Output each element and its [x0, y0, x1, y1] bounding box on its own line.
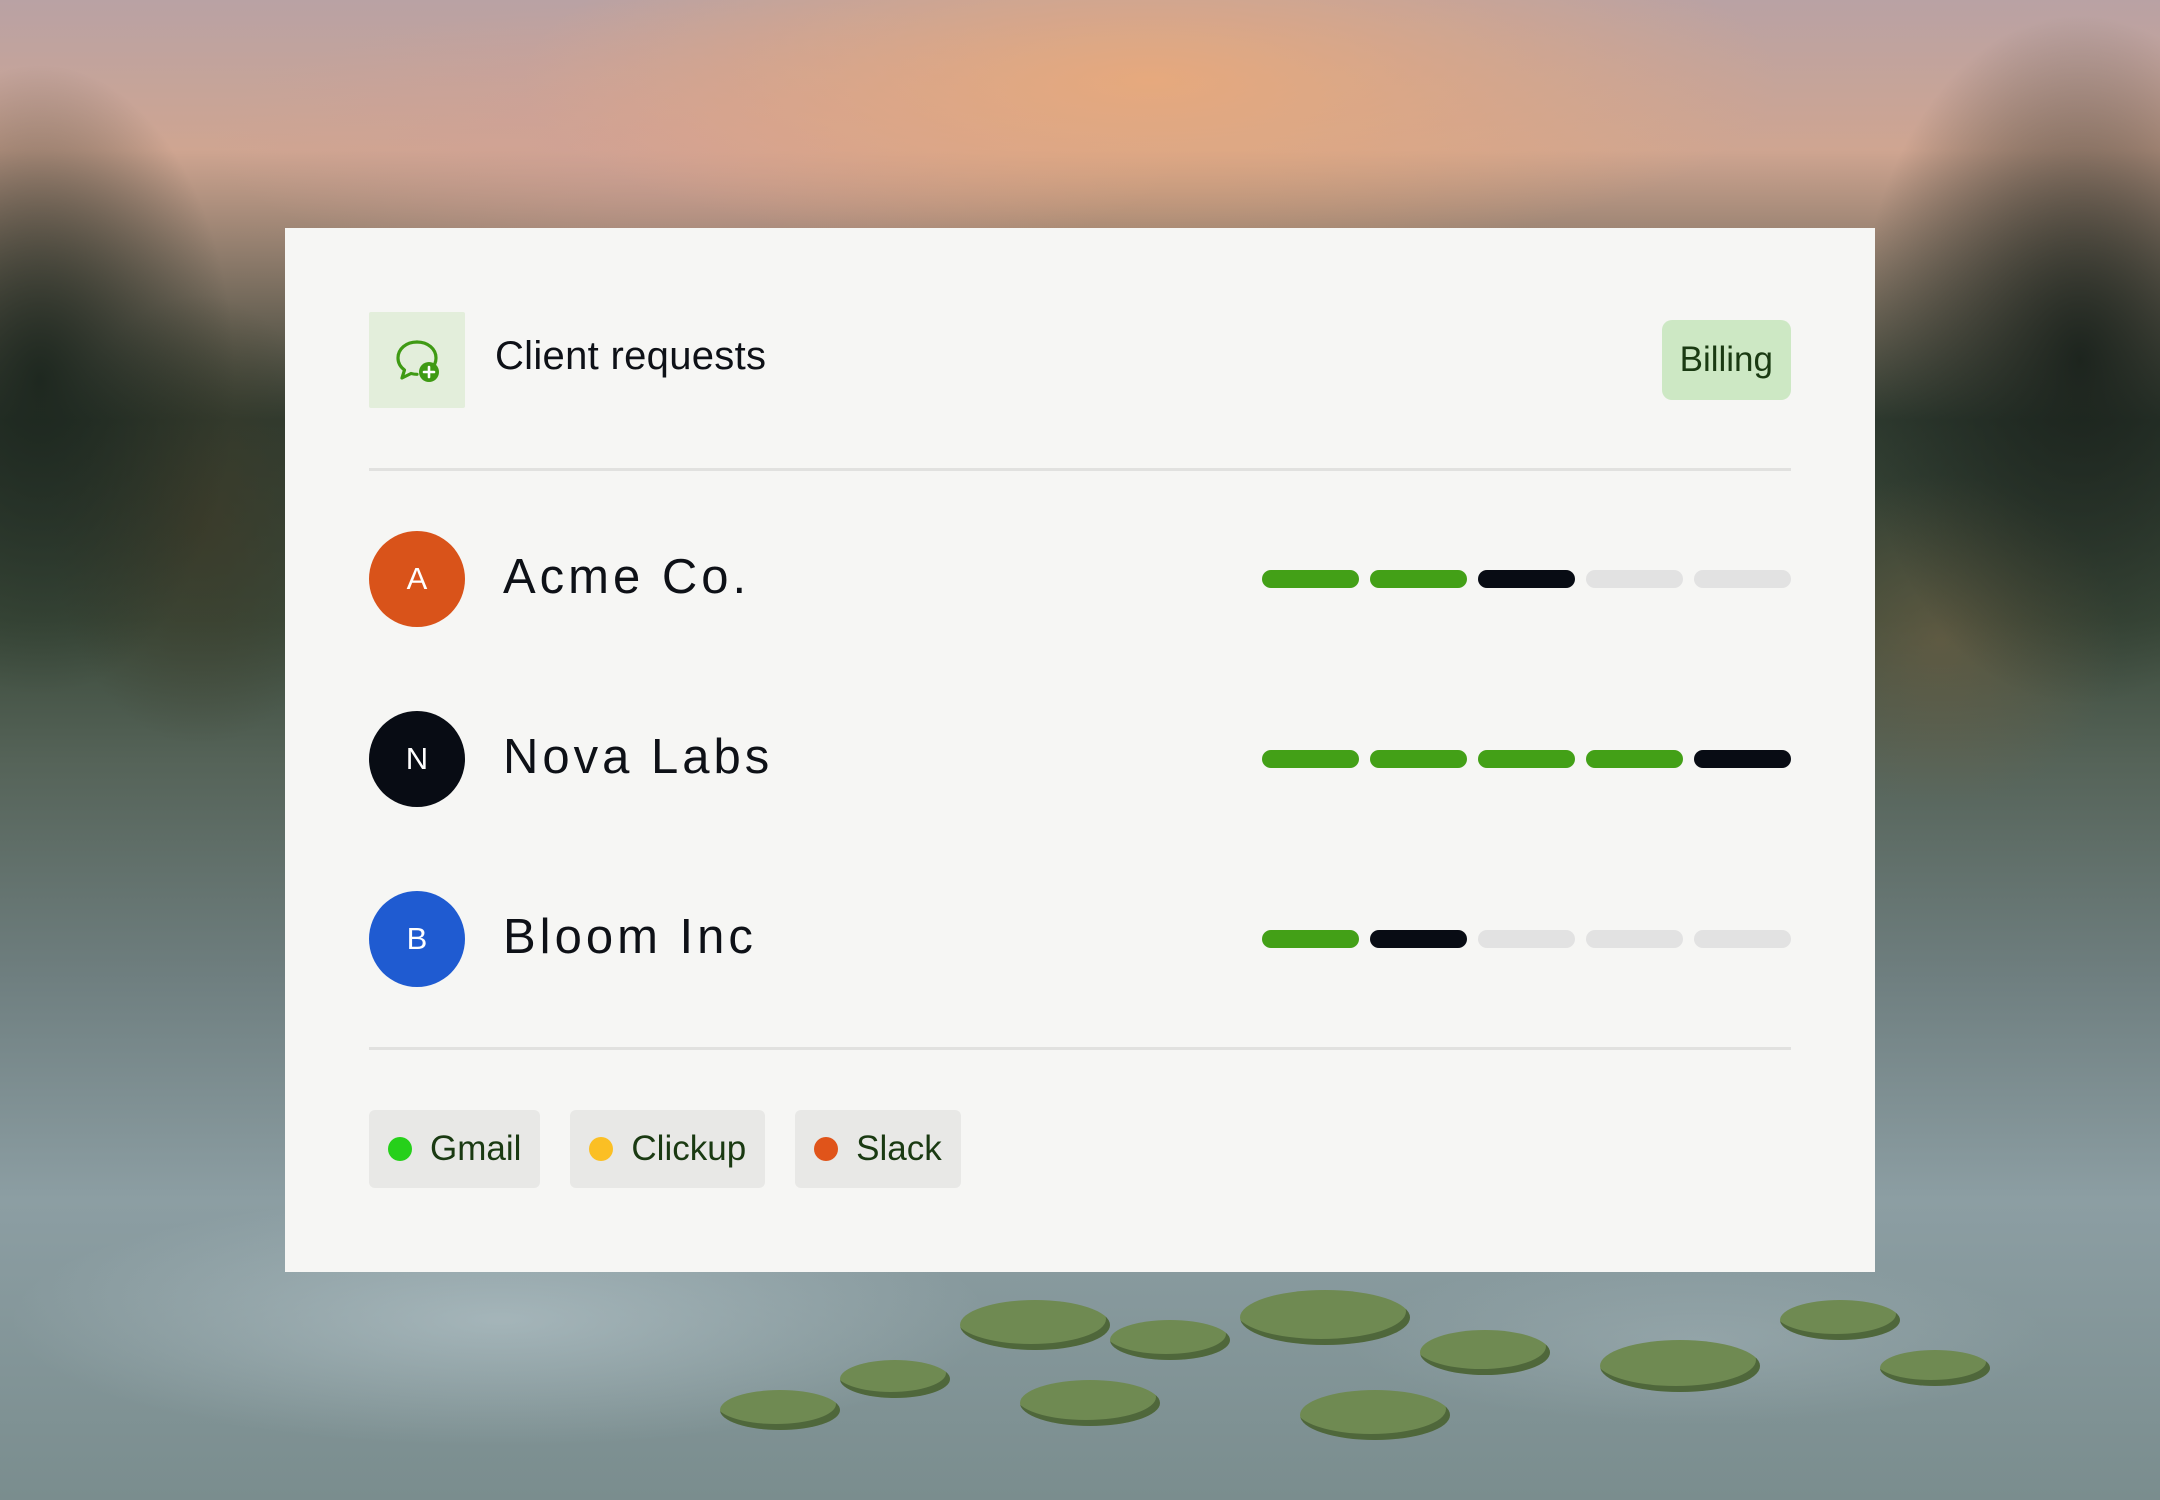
progress-segment-pending [1694, 570, 1791, 588]
lily-pad [1300, 1390, 1450, 1440]
progress-segment-completed [1262, 750, 1359, 768]
lily-pad [1240, 1290, 1410, 1345]
lily-pad [1880, 1350, 1990, 1386]
source-label: Slack [856, 1129, 942, 1168]
chat-add-icon [369, 312, 465, 408]
lily-pad [1600, 1340, 1760, 1392]
lily-pad [1020, 1380, 1160, 1426]
client-row[interactable]: A Acme Co. [369, 531, 1791, 627]
progress-segment-completed [1478, 750, 1575, 768]
lily-pad [720, 1390, 840, 1430]
avatar: B [369, 891, 465, 987]
progress-segment-completed [1262, 570, 1359, 588]
client-row[interactable]: N Nova Labs [369, 711, 1791, 807]
progress-segment-pending [1586, 930, 1683, 948]
divider [369, 468, 1791, 471]
progress-indicator [1262, 570, 1791, 588]
avatar: N [369, 711, 465, 807]
source-label: Clickup [631, 1129, 747, 1168]
divider [369, 1047, 1791, 1050]
status-dot [388, 1137, 412, 1161]
progress-segment-current [1478, 570, 1575, 588]
source-chip-gmail[interactable]: Gmail [369, 1110, 541, 1188]
card-header: Client requests Billing [369, 312, 1791, 408]
progress-segment-completed [1586, 750, 1683, 768]
lily-pad [960, 1300, 1110, 1350]
progress-segment-pending [1478, 930, 1575, 948]
client-name: Acme Co. [503, 550, 751, 604]
avatar: A [369, 531, 465, 627]
source-label: Gmail [430, 1129, 522, 1168]
source-chip-slack[interactable]: Slack [795, 1110, 961, 1188]
lily-pad [1110, 1320, 1230, 1360]
progress-segment-current [1370, 930, 1467, 948]
card-title: Client requests [495, 334, 767, 378]
client-requests-card: Client requests Billing A Acme Co. N Nov… [285, 228, 1875, 1272]
progress-segment-current [1694, 750, 1791, 768]
progress-segment-pending [1586, 570, 1683, 588]
progress-segment-completed [1262, 930, 1359, 948]
lily-pad [1420, 1330, 1550, 1375]
progress-indicator [1262, 930, 1791, 948]
progress-segment-pending [1694, 930, 1791, 948]
lily-pad [1780, 1300, 1900, 1340]
source-list: Gmail Clickup Slack [369, 1110, 961, 1188]
status-dot [814, 1137, 839, 1161]
progress-indicator [1262, 750, 1791, 768]
client-name: Bloom Inc [503, 910, 757, 964]
status-dot [589, 1137, 614, 1161]
billing-badge[interactable]: Billing [1661, 320, 1791, 400]
progress-segment-completed [1370, 570, 1467, 588]
client-name: Nova Labs [503, 730, 774, 784]
client-row[interactable]: B Bloom Inc [369, 891, 1791, 987]
progress-segment-completed [1370, 750, 1467, 768]
source-chip-clickup[interactable]: Clickup [570, 1110, 766, 1188]
lily-pad [840, 1360, 950, 1398]
